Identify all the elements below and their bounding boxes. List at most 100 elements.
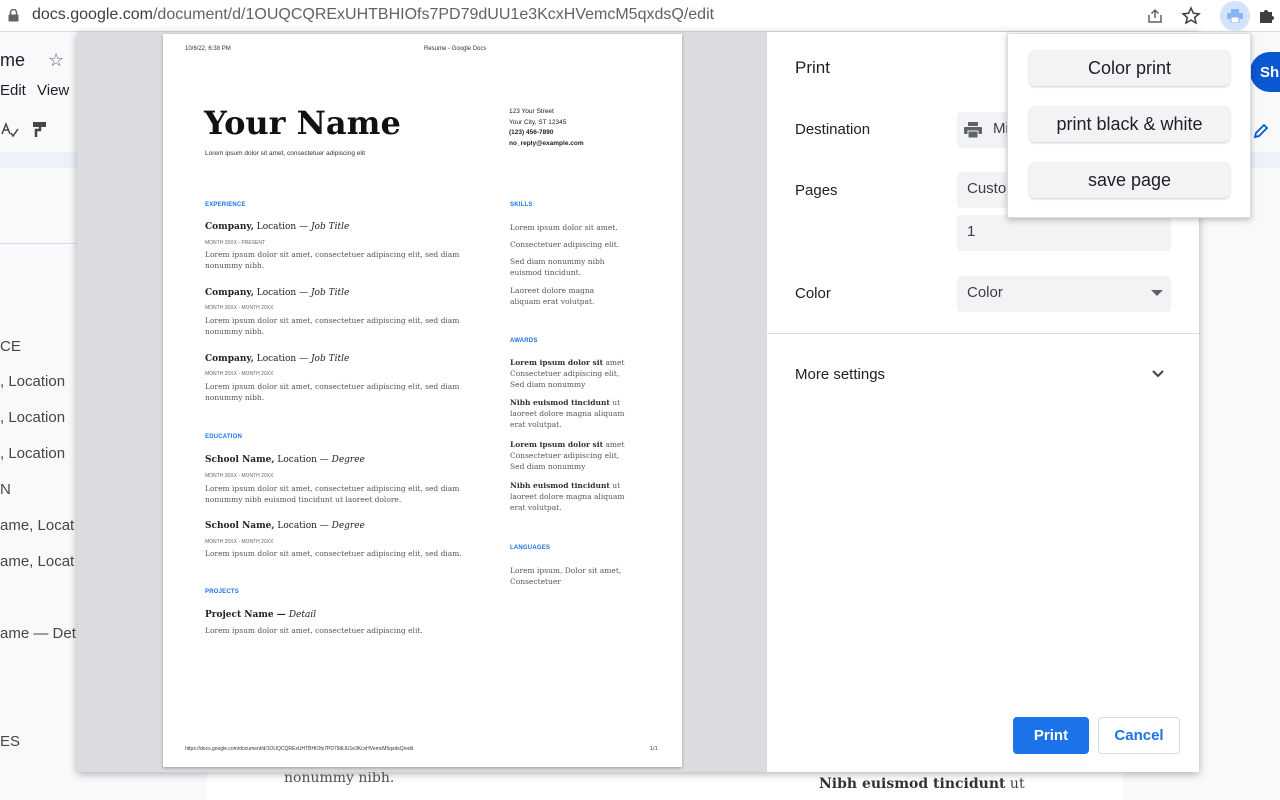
preview-section-skills: SKILLS xyxy=(510,202,533,208)
color-label: Color xyxy=(795,285,831,302)
color-print-button[interactable]: Color print xyxy=(1029,50,1230,86)
paint-format-icon[interactable] xyxy=(32,120,48,140)
location: Location — xyxy=(274,521,332,531)
award-title: Nibh euismod tincidunt xyxy=(510,398,610,407)
preview-section-awards: AWARDS xyxy=(510,338,538,344)
preview-footer-url: https://docs.google.com/document/d/1OUQC… xyxy=(185,746,414,752)
award-title: Lorem ipsum dolor sit xyxy=(510,358,604,367)
outline-item[interactable]: , Location xyxy=(0,409,65,426)
url-text[interactable]: docs.google.com/document/d/1OUQCQRExUHTB… xyxy=(32,6,714,24)
settings-divider xyxy=(767,333,1199,334)
outline-item[interactable]: ES xyxy=(0,733,20,750)
outline-item[interactable]: , Location xyxy=(0,445,65,462)
docs-title[interactable]: me xyxy=(0,50,25,71)
preview-job-2-dates: MONTH 20XX - MONTH 20XX xyxy=(205,305,274,311)
preview-job-3: Company, Location — Job Title xyxy=(205,354,349,364)
bookmark-star-icon[interactable] xyxy=(1181,6,1201,26)
custom-pages-input[interactable]: 1 xyxy=(957,215,1171,251)
preview-award: Lorem ipsum dolor sit amet Consectetuer … xyxy=(510,439,628,472)
contact-phone: (123) 456-7890 xyxy=(509,129,554,136)
print-dialog-title: Print xyxy=(795,58,830,77)
share-icon[interactable] xyxy=(1146,7,1164,25)
print-button[interactable]: Print xyxy=(1013,717,1089,754)
extension-print-button[interactable] xyxy=(1220,1,1250,31)
preview-header-date: 10/6/22, 6:38 PM xyxy=(185,46,231,52)
preview-project: Project Name — Detail xyxy=(205,610,316,620)
school: School Name, xyxy=(205,521,275,531)
preview-school-1-desc: Lorem ipsum dolor sit amet, consectetuer… xyxy=(205,484,460,504)
color-select[interactable]: Color xyxy=(957,276,1171,312)
menu-view[interactable]: View xyxy=(37,82,69,99)
preview-award: Nibh euismod tincidunt ut laoreet dolore… xyxy=(510,397,628,430)
project-detail: Detail xyxy=(288,610,317,620)
preview-award: Lorem ipsum dolor sit amet Consectetuer … xyxy=(510,357,628,390)
preview-project-desc: Lorem ipsum dolor sit amet, consectetuer… xyxy=(205,626,423,635)
preview-languages: Lorem ipsum, Dolor sit amet, Consectetue… xyxy=(510,566,622,586)
cancel-button[interactable]: Cancel xyxy=(1098,717,1180,754)
destination-label: Destination xyxy=(795,121,871,138)
lock-icon[interactable] xyxy=(8,9,19,22)
document-text: Nibh euismod tincidunt ut xyxy=(819,776,1025,792)
award-title: Nibh euismod tincidunt xyxy=(510,481,610,490)
preview-job-3-dates: MONTH 20XX - MONTH 20XX xyxy=(205,371,274,377)
preview-section-experience: EXPERIENCE xyxy=(205,202,246,208)
location: Location — xyxy=(253,354,311,364)
outline-item[interactable]: ame — Det xyxy=(0,625,76,642)
preview-tagline: Lorem ipsum dolor sit amet, consectetuer… xyxy=(205,150,366,157)
printer-icon xyxy=(964,122,982,138)
preview-school-1: School Name, Location — Degree xyxy=(205,455,365,465)
spellcheck-icon[interactable] xyxy=(0,120,20,140)
school: School Name, xyxy=(205,455,275,465)
preview-header-title: Resume - Google Docs xyxy=(424,46,487,52)
preview-name: Your Name xyxy=(204,104,401,142)
preview-skill: Sed diam nonummy nibh euismod tincidunt. xyxy=(510,257,605,277)
document-text-rest: ut xyxy=(1005,776,1025,792)
contact-street: 123 Your Street xyxy=(509,108,554,115)
award-title: Lorem ipsum dolor sit xyxy=(510,440,604,449)
preview-award: Nibh euismod tincidunt ut laoreet dolore… xyxy=(510,480,628,513)
outline-item[interactable]: , Location xyxy=(0,373,65,390)
document-text: nonummy nibh. xyxy=(284,770,395,786)
print-black-white-button[interactable]: print black & white xyxy=(1029,106,1230,142)
preview-job-2: Company, Location — Job Title xyxy=(205,288,349,298)
extensions-puzzle-icon[interactable] xyxy=(1258,7,1276,25)
outline-item[interactable]: ame, Locat xyxy=(0,517,74,534)
more-settings-toggle[interactable]: More settings xyxy=(795,366,885,383)
company: Company, xyxy=(205,288,254,298)
save-page-button[interactable]: save page xyxy=(1029,162,1230,198)
url-path: /document/d/1OUQCQRExUHTBHIOfs7PD79dUU1e… xyxy=(152,6,715,23)
company: Company, xyxy=(205,354,254,364)
preview-contact: 123 Your Street Your City, ST 12345 (123… xyxy=(509,107,584,149)
editing-mode-pencil-icon[interactable] xyxy=(1252,122,1270,140)
menu-edit[interactable]: Edit xyxy=(0,82,26,99)
contact-city: Your City, ST 12345 xyxy=(509,118,567,126)
document-bold-text: Nibh euismod tincidunt xyxy=(819,776,1006,792)
preview-school-2-desc: Lorem ipsum dolor sit amet, consectetuer… xyxy=(205,549,462,558)
job-title: Job Title xyxy=(310,354,350,364)
preview-job-1-desc: Lorem ipsum dolor sit amet, consectetuer… xyxy=(205,250,460,270)
docs-star-icon[interactable]: ☆ xyxy=(48,50,64,71)
outline-item[interactable]: ame, Locat xyxy=(0,553,74,570)
preview-school-1-dates: MONTH 20XX - MONTH 20XX xyxy=(205,473,274,479)
preview-skill: Consectetuer adipiscing elit. xyxy=(510,240,620,249)
outline-divider xyxy=(0,243,78,244)
degree: Degree xyxy=(331,521,365,531)
preview-section-education: EDUCATION xyxy=(205,434,243,440)
company: Company, xyxy=(205,222,254,232)
project-name: Project Name — xyxy=(205,610,289,620)
contact-email: no_reply@example.com xyxy=(509,139,584,147)
outline-item[interactable]: N xyxy=(0,481,11,498)
chevron-down-icon[interactable] xyxy=(1150,368,1166,380)
outline-item[interactable]: CE xyxy=(0,338,21,355)
pages-label: Pages xyxy=(795,182,838,199)
job-title: Job Title xyxy=(310,288,350,298)
preview-school-2: School Name, Location — Degree xyxy=(205,521,365,531)
location: Location — xyxy=(274,455,332,465)
preview-footer-page: 1/1 xyxy=(650,746,658,752)
preview-job-3-desc: Lorem ipsum dolor sit amet, consectetuer… xyxy=(205,382,460,402)
dropdown-caret-icon[interactable] xyxy=(1151,290,1163,296)
preview-skill: Lorem ipsum dolor sit amet. xyxy=(510,223,618,232)
preview-job-1: Company, Location — Job Title xyxy=(205,222,349,232)
preview-job-1-dates: MONTH 20XX - PRESENT xyxy=(205,240,266,246)
preview-section-projects: PROJECTS xyxy=(205,589,239,595)
